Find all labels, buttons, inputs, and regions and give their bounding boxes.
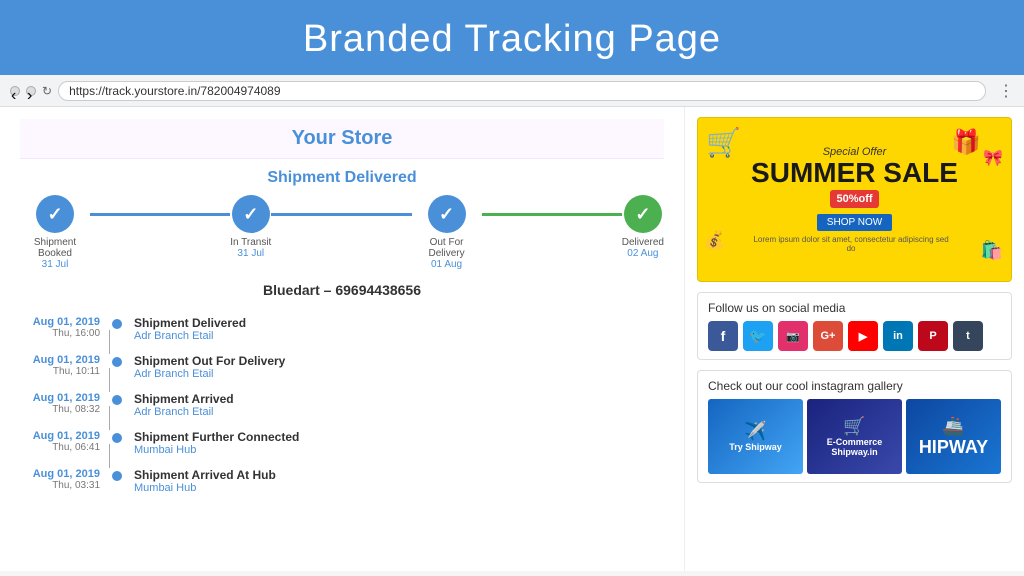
step-label-booked: Shipment Booked — [20, 237, 90, 259]
timeline-event-4: Shipment Further Connected — [134, 430, 299, 444]
step-label-transit: In Transit — [230, 237, 271, 248]
timeline-event-2: Shipment Out For Delivery — [134, 354, 285, 368]
timeline-day-5: Thu, 03:31 — [20, 480, 100, 491]
page-title: Branded Tracking Page — [0, 18, 1024, 61]
timeline-date-text-1: Aug 01, 2019 — [20, 316, 100, 328]
step-date-delivered: 02 Aug — [627, 248, 658, 259]
timeline-dot-4 — [112, 433, 122, 443]
step-circle-delivered: ✓ — [624, 195, 662, 233]
browser-bar: ‹ › ↻ https://track.yourstore.in/7820049… — [0, 75, 1024, 107]
timeline-day-4: Thu, 06:41 — [20, 442, 100, 453]
page-header: Branded Tracking Page — [0, 0, 1024, 75]
timeline-day-1: Thu, 16:00 — [20, 328, 100, 339]
timeline-date-1: Aug 01, 2019 Thu, 16:00 — [20, 316, 100, 339]
step-circle-transit: ✓ — [232, 195, 270, 233]
timeline-date-2: Aug 01, 2019 Thu, 10:11 — [20, 354, 100, 377]
tracker-line-3 — [482, 213, 622, 216]
forward-button[interactable]: › — [26, 86, 36, 96]
timeline-date-4: Aug 01, 2019 Thu, 06:41 — [20, 430, 100, 453]
timeline-dot-5 — [112, 471, 122, 481]
social-media-section: Follow us on social media f 🐦 📷 G+ ▶ in … — [697, 292, 1012, 360]
timeline-item: Aug 01, 2019 Thu, 08:32 Shipment Arrived… — [20, 386, 664, 424]
left-panel: Your Store Shipment Delivered ✓ Shipment… — [0, 107, 684, 571]
ad-shop-now-button[interactable]: SHOP NOW — [817, 214, 892, 231]
timeline-item: Aug 01, 2019 Thu, 06:41 Shipment Further… — [20, 424, 664, 462]
tracker-step-out: ✓ Out For Delivery 01 Aug — [412, 195, 482, 270]
timeline-event-3: Shipment Arrived — [134, 392, 234, 406]
ad-special-offer: Special Offer — [751, 146, 958, 158]
timeline-dot-2 — [112, 357, 122, 367]
tumblr-icon[interactable]: t — [953, 321, 983, 351]
timeline-date-text-3: Aug 01, 2019 — [20, 392, 100, 404]
store-name: Your Store — [20, 119, 664, 159]
step-label-out: Out For Delivery — [412, 237, 482, 259]
instagram-image-2[interactable]: 🛒 E-CommerceShipway.in — [807, 399, 902, 474]
ad-content: Special Offer SUMMER SALE 50%off SHOP NO… — [741, 136, 968, 264]
social-media-title: Follow us on social media — [708, 301, 1001, 315]
instagram-title: Check out our cool instagram gallery — [708, 379, 1001, 393]
timeline-item: Aug 01, 2019 Thu, 10:11 Shipment Out For… — [20, 348, 664, 386]
pinterest-icon[interactable]: P — [918, 321, 948, 351]
timeline-date-text-4: Aug 01, 2019 — [20, 430, 100, 442]
timeline-date-5: Aug 01, 2019 Thu, 03:31 — [20, 468, 100, 491]
timeline-date-text-2: Aug 01, 2019 — [20, 354, 100, 366]
timeline-location-1: Adr Branch Etail — [134, 330, 246, 342]
youtube-icon[interactable]: ▶ — [848, 321, 878, 351]
timeline-content-4: Shipment Further Connected Mumbai Hub — [134, 430, 299, 456]
step-date-out: 01 Aug — [431, 259, 462, 270]
googleplus-icon[interactable]: G+ — [813, 321, 843, 351]
timeline-content-5: Shipment Arrived At Hub Mumbai Hub — [134, 468, 276, 494]
step-circle-booked: ✓ — [36, 195, 74, 233]
ad-title: SUMMER SALE — [751, 158, 958, 189]
step-label-delivered: Delivered — [622, 237, 664, 248]
timeline-location-2: Adr Branch Etail — [134, 368, 285, 380]
right-panel: 🛒 🎁 💰 🛍️ 🎀 Special Offer SUMMER SALE 50%… — [684, 107, 1024, 571]
step-circle-out: ✓ — [428, 195, 466, 233]
timeline-content-2: Shipment Out For Delivery Adr Branch Eta… — [134, 354, 285, 380]
timeline-day-3: Thu, 08:32 — [20, 404, 100, 415]
ad-description: Lorem ipsum dolor sit amet, consectetur … — [751, 235, 951, 253]
ad-banner[interactable]: 🛒 🎁 💰 🛍️ 🎀 Special Offer SUMMER SALE 50%… — [697, 117, 1012, 282]
timeline-date-text-5: Aug 01, 2019 — [20, 468, 100, 480]
instagram-icon[interactable]: 📷 — [778, 321, 808, 351]
tracker-step-booked: ✓ Shipment Booked 31 Jul — [20, 195, 90, 270]
step-date-transit: 31 Jul — [237, 248, 264, 259]
linkedin-icon[interactable]: in — [883, 321, 913, 351]
timeline-content-3: Shipment Arrived Adr Branch Etail — [134, 392, 234, 418]
timeline-content-1: Shipment Delivered Adr Branch Etail — [134, 316, 246, 342]
timeline-item: Aug 01, 2019 Thu, 03:31 Shipment Arrived… — [20, 462, 664, 500]
instagram-image-3[interactable]: 🚢HIPWAY — [906, 399, 1001, 474]
back-button[interactable]: ‹ — [10, 86, 20, 96]
ad-discount: 50%off — [830, 190, 878, 208]
twitter-icon[interactable]: 🐦 — [743, 321, 773, 351]
tracker-step-transit: ✓ In Transit 31 Jul — [230, 195, 271, 259]
instagram-grid: ✈️ Try Shipway 🛒 E-CommerceShipway.in 🚢H… — [708, 399, 1001, 474]
url-bar[interactable]: https://track.yourstore.in/782004974089 — [58, 81, 986, 101]
shipment-status: Shipment Delivered — [20, 169, 664, 187]
main-content: Your Store Shipment Delivered ✓ Shipment… — [0, 107, 1024, 571]
facebook-icon[interactable]: f — [708, 321, 738, 351]
timeline-date-3: Aug 01, 2019 Thu, 08:32 — [20, 392, 100, 415]
timeline-dot-1 — [112, 319, 122, 329]
timeline-event-5: Shipment Arrived At Hub — [134, 468, 276, 482]
tracking-timeline: Aug 01, 2019 Thu, 16:00 Shipment Deliver… — [20, 310, 664, 500]
timeline-dot-3 — [112, 395, 122, 405]
step-date-booked: 31 Jul — [42, 259, 69, 270]
timeline-item: Aug 01, 2019 Thu, 16:00 Shipment Deliver… — [20, 310, 664, 348]
progress-tracker: ✓ Shipment Booked 31 Jul ✓ In Transit 31… — [20, 195, 664, 270]
tracker-line-2 — [271, 213, 411, 216]
courier-info: Bluedart – 69694438656 — [20, 282, 664, 298]
tracker-step-delivered: ✓ Delivered 02 Aug — [622, 195, 664, 259]
timeline-event-1: Shipment Delivered — [134, 316, 246, 330]
social-icons-container: f 🐦 📷 G+ ▶ in P t — [708, 321, 1001, 351]
instagram-image-1[interactable]: ✈️ Try Shipway — [708, 399, 803, 474]
timeline-location-3: Adr Branch Etail — [134, 406, 234, 418]
timeline-day-2: Thu, 10:11 — [20, 366, 100, 377]
browser-menu-button[interactable]: ⋮ — [998, 81, 1014, 101]
refresh-button[interactable]: ↻ — [42, 84, 52, 98]
timeline-location-5: Mumbai Hub — [134, 482, 276, 494]
tracker-line-1 — [90, 213, 230, 216]
timeline-location-4: Mumbai Hub — [134, 444, 299, 456]
instagram-section: Check out our cool instagram gallery ✈️ … — [697, 370, 1012, 483]
